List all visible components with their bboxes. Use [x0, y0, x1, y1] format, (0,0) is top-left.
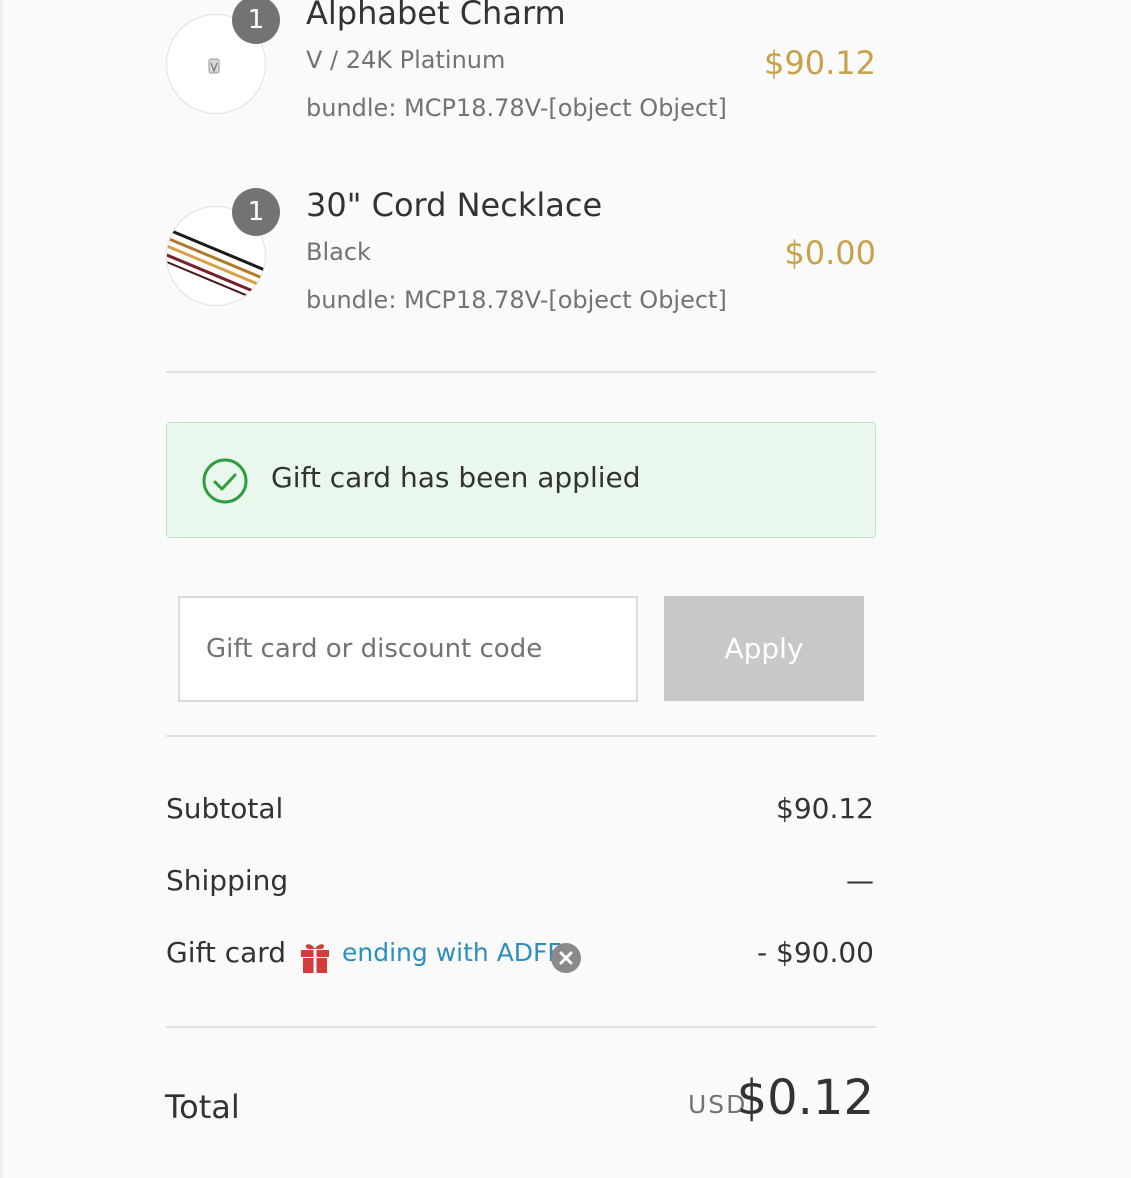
shipping-value: —: [846, 864, 874, 897]
notice-text: Gift card has been applied: [271, 461, 641, 494]
product-bundle: bundle: MCP18.78V-[object Object]: [306, 94, 727, 122]
total-label: Total: [165, 1088, 240, 1126]
gift-card-code: ending with ADFF: [342, 938, 562, 967]
quantity-badge: 1: [232, 188, 280, 236]
shipping-label: Shipping: [166, 864, 289, 897]
product-name: 30" Cord Necklace: [306, 186, 603, 224]
gift-card-value: - $90.00: [757, 936, 874, 969]
page-edge: [0, 0, 3, 1178]
product-variant: V / 24K Platinum: [306, 46, 506, 74]
product-name: Alphabet Charm: [306, 0, 566, 32]
subtotal-label: Subtotal: [166, 792, 284, 825]
total-amount: $0.12: [736, 1070, 874, 1126]
gift-card-applied-notice: Gift card has been applied: [166, 422, 876, 538]
product-variant: Black: [306, 238, 371, 266]
divider: [166, 371, 876, 373]
discount-code-input[interactable]: [180, 598, 636, 700]
gift-card-label: Gift card: [166, 936, 287, 969]
remove-gift-card-icon[interactable]: [550, 942, 582, 974]
gift-icon: [301, 944, 329, 973]
quantity-badge: 1: [232, 0, 280, 44]
divider: [166, 735, 876, 737]
product-price: $0.00: [784, 234, 876, 272]
apply-button[interactable]: Apply: [664, 596, 864, 701]
divider: [166, 1026, 876, 1028]
product-bundle: bundle: MCP18.78V-[object Object]: [306, 286, 727, 314]
product-price: $90.12: [764, 44, 876, 82]
line-item: 1 30" Cord Necklace Black bundle: MCP18.…: [166, 186, 876, 326]
line-item: 1 Alphabet Charm V / 24K Platinum bundle…: [166, 0, 876, 150]
check-circle-icon: [202, 458, 248, 504]
discount-code-field: [178, 596, 638, 702]
subtotal-value: $90.12: [776, 792, 874, 825]
